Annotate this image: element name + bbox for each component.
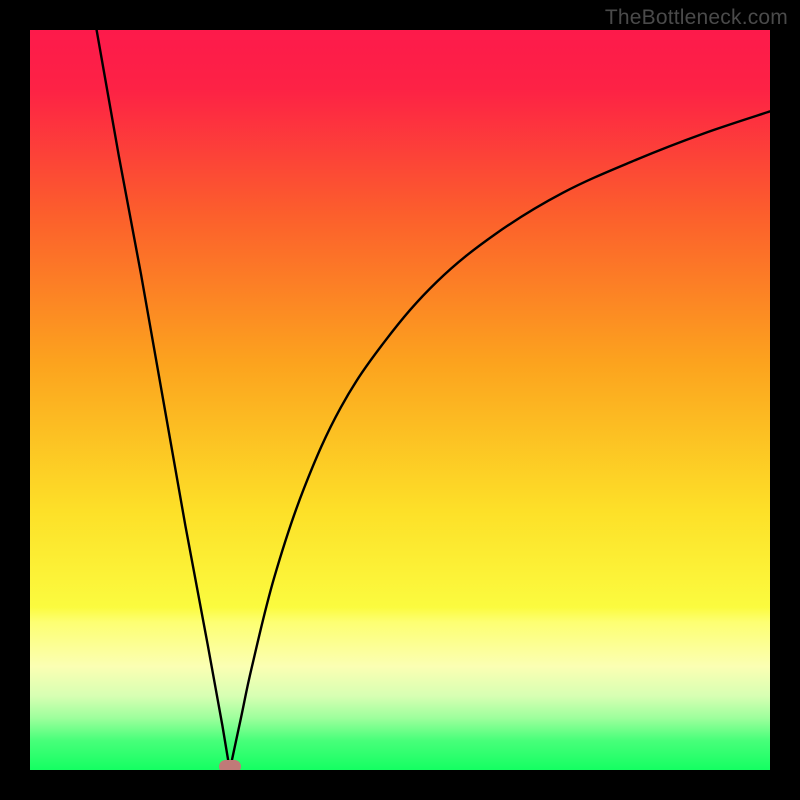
plot-area (30, 30, 770, 770)
chart-frame: TheBottleneck.com (0, 0, 800, 800)
watermark-text: TheBottleneck.com (605, 6, 788, 30)
optimal-marker (219, 760, 241, 770)
bottleneck-curve (30, 30, 770, 770)
